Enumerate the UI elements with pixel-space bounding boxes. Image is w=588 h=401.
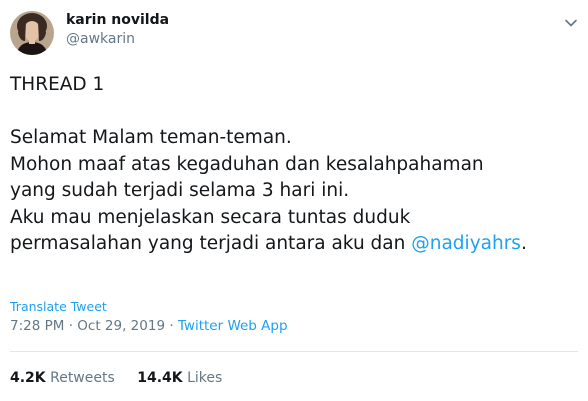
retweets-stat[interactable]: 4.2K Retweets (10, 370, 115, 386)
user-handle[interactable]: @awkarin (66, 30, 169, 49)
tweet-time[interactable]: 7:28 PM (10, 318, 64, 334)
tweet-line: permasalahan yang terjadi antara aku dan (10, 233, 412, 254)
retweets-count: 4.2K (10, 370, 46, 386)
user-names: karin novilda @awkarin (66, 11, 169, 49)
translate-tweet-link[interactable]: Translate Tweet (10, 299, 107, 314)
tweet-stats: 4.2K Retweets 14.4K Likes (10, 370, 240, 386)
likes-label: Likes (187, 370, 223, 386)
mention-link[interactable]: @nadiyahrs (411, 233, 521, 254)
avatar-photo (10, 11, 54, 55)
likes-stat[interactable]: 14.4K Likes (137, 370, 222, 386)
tweet-line-end: . (520, 233, 527, 254)
tweet-meta: 7:28 PM · Oct 29, 2019 · Twitter Web App (10, 318, 288, 334)
meta-separator: · (64, 318, 78, 334)
retweets-label: Retweets (50, 370, 115, 386)
avatar[interactable] (10, 11, 54, 55)
display-name[interactable]: karin novilda (66, 11, 169, 30)
tweet-line: Mohon maaf atas kegaduhan dan kesalahpah… (10, 153, 484, 175)
likes-count: 14.4K (137, 370, 183, 386)
tweet-line: THREAD 1 (10, 74, 105, 95)
meta-separator: · (165, 318, 178, 334)
tweet-source-link[interactable]: Twitter Web App (178, 318, 288, 334)
tweet-text: THREAD 1 Selamat Malam teman-teman. Moho… (10, 72, 575, 258)
tweet-line: yang sudah terjadi selama 3 hari ini. (10, 180, 350, 201)
tweet-header: karin novilda @awkarin (10, 9, 169, 57)
tweet-date[interactable]: Oct 29, 2019 (77, 318, 165, 334)
tweet-line: Selamat Malam teman-teman. (10, 127, 292, 148)
tweet-line: Aku mau menjelaskan secara tuntas duduk (10, 206, 411, 228)
chevron-down-icon[interactable] (564, 16, 578, 30)
divider (10, 351, 578, 352)
tweet-card: karin novilda @awkarin THREAD 1 Selamat … (0, 0, 588, 401)
